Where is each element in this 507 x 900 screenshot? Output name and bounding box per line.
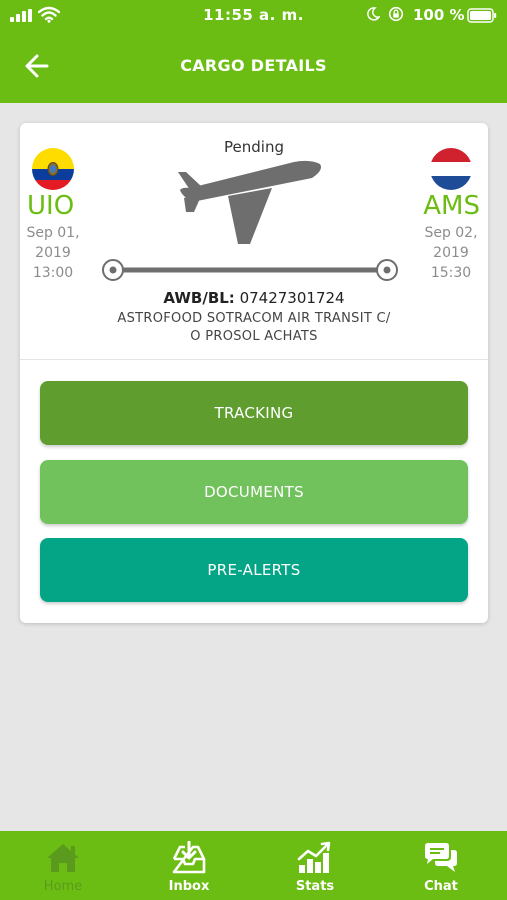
- consignee-line1: ASTROFOOD SOTRACOM AIR TRANSIT C/: [117, 311, 391, 326]
- tab-stats-label: Stats: [295, 879, 335, 894]
- ecuador-flag-icon: [32, 148, 74, 190]
- status-bar: 11:55 a. m. 100 %: [0, 0, 507, 32]
- destination-date-line2: 2019: [433, 245, 469, 261]
- origin-time: 13:00: [32, 265, 74, 281]
- origin-datetime: Sep 01, 2019 13:00: [18, 223, 88, 283]
- destination-time: 15:30: [430, 265, 472, 281]
- cargo-card: Pending UIO Sep 01, 2019 13:00 AMS Sep 0…: [20, 123, 488, 623]
- page-title: CARGO DETAILS: [180, 56, 327, 75]
- awb-number: AWB/BL: 07427301724: [20, 289, 488, 307]
- tab-chat-label: Chat: [424, 879, 458, 894]
- moon-icon: [367, 7, 380, 21]
- tracking-button[interactable]: TRACKING: [40, 381, 468, 445]
- battery-icon: [467, 8, 497, 23]
- shipment-status: Pending: [224, 138, 284, 156]
- pre-alerts-button[interactable]: PRE-ALERTS: [40, 538, 468, 602]
- app-header: 11:55 a. m. 100 % CARGO DETAILS: [0, 0, 507, 103]
- destination-code: AMS: [423, 191, 480, 221]
- awb-label: AWB/BL:: [163, 289, 235, 307]
- destination-date-line1: Sep 02,: [424, 225, 478, 241]
- tab-inbox[interactable]: Inbox: [126, 831, 252, 900]
- chat-icon: [425, 843, 457, 872]
- destination-datetime: Sep 02, 2019 15:30: [416, 223, 486, 283]
- consignee-line2: O PROSOL ACHATS: [190, 329, 318, 344]
- home-icon: [47, 844, 79, 872]
- awb-value: 07427301724: [239, 289, 345, 307]
- card-divider: [20, 359, 488, 360]
- origin-date-line1: Sep 01,: [26, 225, 80, 241]
- rotation-lock-icon: [388, 6, 404, 22]
- tab-home[interactable]: Home: [0, 831, 126, 900]
- tab-stats[interactable]: Stats: [252, 831, 378, 900]
- documents-button[interactable]: DOCUMENTS: [40, 460, 468, 524]
- bottom-tab-bar: Home Inbox Stats Chat: [0, 831, 507, 900]
- inbox-icon: [172, 841, 206, 874]
- battery-percentage: 100 %: [413, 6, 465, 24]
- airplane-icon: [178, 160, 321, 244]
- stats-icon: [297, 841, 331, 873]
- tab-chat[interactable]: Chat: [378, 831, 504, 900]
- tab-home-label: Home: [43, 879, 83, 894]
- origin-date-line2: 2019: [35, 245, 71, 261]
- netherlands-flag-icon: [430, 148, 472, 190]
- origin-code: UIO: [27, 191, 75, 221]
- route-progress-line: [102, 259, 398, 281]
- consignee-name: ASTROFOOD SOTRACOM AIR TRANSIT C/ O PROS…: [90, 310, 418, 346]
- tab-inbox-label: Inbox: [168, 879, 210, 894]
